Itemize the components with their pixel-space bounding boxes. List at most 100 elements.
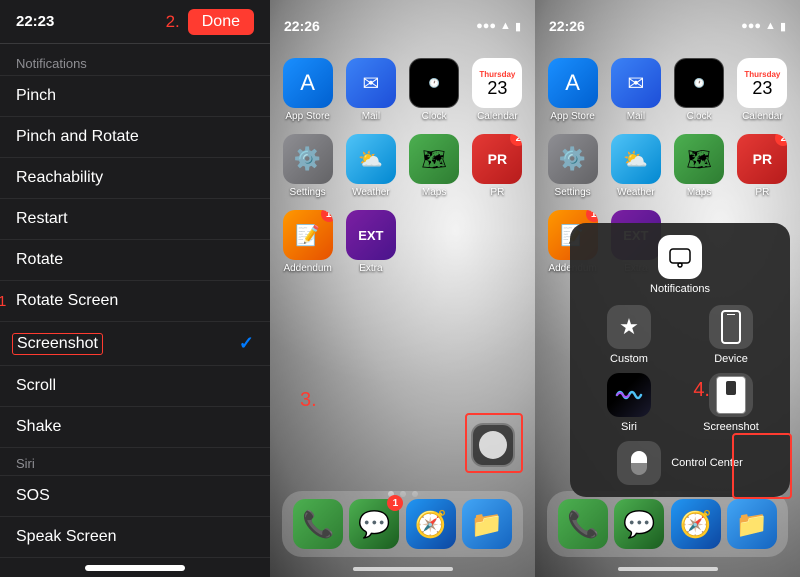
item-label: Rotate	[16, 251, 63, 269]
notifications-icon	[658, 235, 702, 279]
item-label: SOS	[16, 487, 50, 505]
dock-icon-safari[interactable]: 🧭	[671, 499, 721, 549]
dock-icon-files[interactable]: 📁	[727, 499, 777, 549]
at-menu-item-custom[interactable]: ★ Custom	[582, 305, 676, 365]
at-menu-item-device[interactable]: Device	[684, 305, 778, 365]
settings-item-scroll[interactable]: Scroll	[0, 366, 270, 407]
app-icon-maps[interactable]: 🗺 Maps	[674, 134, 725, 198]
app-icon-maps[interactable]: 🗺 Maps	[409, 134, 460, 198]
star-icon: ★	[619, 314, 639, 340]
app-icon-clock[interactable]: 🕐 Clock	[674, 58, 725, 122]
app-icon-img: 🗺	[409, 134, 459, 184]
dock: 📞 💬 1 🧭 📁	[282, 491, 523, 557]
red-highlight-box	[465, 413, 523, 473]
item-label: Reachability	[16, 169, 103, 187]
app-icon-pr[interactable]: PR 2 PR	[737, 134, 788, 198]
app-icon-settings[interactable]: ⚙️ Settings	[547, 134, 598, 198]
app-icon-pr[interactable]: PR 2 PR	[472, 134, 523, 198]
item-label: Screenshot	[12, 333, 103, 355]
app-icon-mail[interactable]: ✉ Mail	[345, 58, 396, 122]
slider-icon	[631, 451, 647, 475]
dock-icon-messages[interactable]: 💬	[614, 499, 664, 549]
messages-badge: 1	[387, 495, 403, 511]
dock-icon-phone[interactable]: 📞	[558, 499, 608, 549]
app-icon-img: A	[283, 58, 333, 108]
app-label: Extra	[359, 263, 382, 274]
signal-icon: ●●●	[476, 20, 496, 32]
at-menu-item-siri[interactable]: Siri	[582, 373, 676, 433]
dock-icon-files[interactable]: 📁	[462, 499, 512, 549]
dock-icon-safari[interactable]: 🧭	[406, 499, 456, 549]
app-icon-weather[interactable]: ⛅ Weather	[345, 134, 396, 198]
app-label: Maps	[422, 187, 446, 198]
item-label: Scroll	[16, 377, 56, 395]
settings-header: 22:23 2. Done	[0, 0, 270, 44]
settings-item-spotlight[interactable]: Spotlight	[0, 558, 270, 559]
safari-icon: 🧭	[679, 509, 711, 540]
settings-item-rotate-screen[interactable]: 1 Rotate Screen	[0, 281, 270, 322]
app-icon-img: 📝 1	[283, 210, 333, 260]
settings-item-pinch-rotate[interactable]: Pinch and Rotate	[0, 117, 270, 158]
right-phone: 22:26 ●●● ▲ ▮ A App Store ✉ Mail	[535, 0, 800, 577]
app-icon-mail[interactable]: ✉ Mail	[610, 58, 661, 122]
dock-icon-messages[interactable]: 💬 1	[349, 499, 399, 549]
app-icon-settings[interactable]: ⚙️ Settings	[282, 134, 333, 198]
app-icon-img: ⚙️	[548, 134, 598, 184]
red-highlight-screenshot	[732, 433, 792, 499]
app-icon-img: ⚙️	[283, 134, 333, 184]
dock: 📞 💬 🧭 📁	[547, 491, 788, 557]
app-icon-img: 🗺	[674, 134, 724, 184]
calendar-day: 23	[752, 79, 772, 97]
phone-screen: 22:26 ●●● ▲ ▮ A App Store ✉ Mail	[535, 0, 800, 577]
phone-icon: 📞	[302, 509, 334, 540]
app-icon-img: ✉	[346, 58, 396, 108]
step1-number: 1	[0, 293, 6, 310]
app-icon-img: ✉	[611, 58, 661, 108]
item-label: Restart	[16, 210, 68, 228]
status-bar: 22:26 ●●● ▲ ▮	[270, 0, 535, 44]
status-icons: ●●● ▲ ▮	[476, 20, 521, 33]
app-icon-img: EXT	[346, 210, 396, 260]
settings-item-pinch[interactable]: Pinch	[0, 76, 270, 117]
settings-item-screenshot[interactable]: Screenshot ✓	[0, 322, 270, 366]
app-icon-img: Thursday 23	[737, 58, 787, 108]
custom-icon: ★	[607, 305, 651, 349]
app-label: PR	[490, 187, 504, 198]
settings-item-restart[interactable]: Restart	[0, 199, 270, 240]
dock-icon-phone[interactable]: 📞	[293, 499, 343, 549]
app-icon-extra[interactable]: EXT Extra	[345, 210, 396, 274]
settings-item-reachability[interactable]: Reachability	[0, 158, 270, 199]
settings-item-sos[interactable]: SOS	[0, 476, 270, 517]
app-icon-img: PR 2	[472, 134, 522, 184]
app-icon-addendum[interactable]: 📝 1 Addendum	[282, 210, 333, 274]
app-label: Clock	[687, 111, 712, 122]
app-icon-appstore[interactable]: A App Store	[547, 58, 598, 122]
files-icon: 📁	[471, 509, 503, 540]
item-label: Screenshot	[703, 421, 759, 433]
app-icon-weather[interactable]: ⛅ Weather	[610, 134, 661, 198]
settings-item-shake[interactable]: Shake	[0, 407, 270, 448]
app-badge: 2	[510, 134, 522, 146]
done-button[interactable]: Done	[188, 9, 254, 35]
settings-item-speak-screen[interactable]: Speak Screen	[0, 517, 270, 558]
at-menu-notifications-label: Notifications	[650, 283, 710, 295]
app-icon-calendar[interactable]: Thursday 23 Calendar	[472, 58, 523, 122]
settings-list: Notifications Pinch Pinch and Rotate Rea…	[0, 44, 270, 559]
status-bar: 22:26 ●●● ▲ ▮	[535, 0, 800, 44]
app-label: Mail	[627, 111, 645, 122]
app-icon-img: 🕐	[674, 58, 724, 108]
app-icon-img: A	[548, 58, 598, 108]
settings-item-rotate[interactable]: Rotate	[0, 240, 270, 281]
app-label: Mail	[362, 111, 380, 122]
app-label: Clock	[422, 111, 447, 122]
app-icon-img: ⛅	[346, 134, 396, 184]
app-icon-img: 🕐	[409, 58, 459, 108]
app-icon-appstore[interactable]: A App Store	[282, 58, 333, 122]
app-icon-calendar[interactable]: Thursday 23 Calendar	[737, 58, 788, 122]
messages-icon: 💬	[358, 509, 390, 540]
status-time: 22:23	[16, 13, 54, 30]
at-menu-top: Notifications	[582, 235, 778, 295]
wifi-icon: ▲	[500, 20, 511, 32]
item-label: Device	[714, 353, 748, 365]
app-icon-clock[interactable]: 🕐 Clock	[409, 58, 460, 122]
